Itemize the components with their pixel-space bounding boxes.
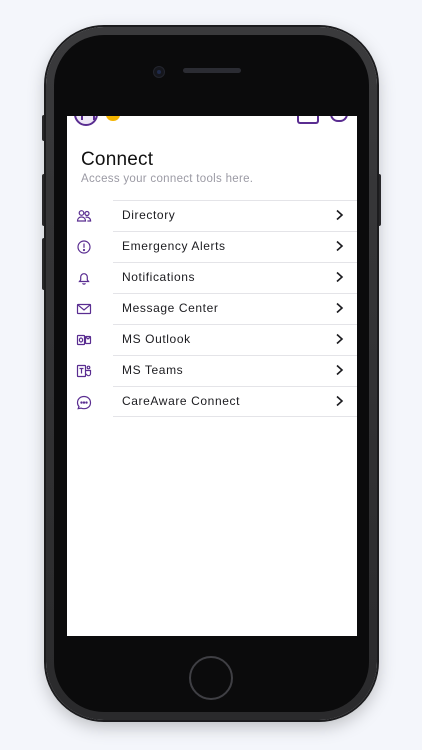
people-icon bbox=[76, 208, 92, 224]
divider bbox=[113, 262, 357, 263]
menu-item-label: MS Outlook bbox=[122, 332, 191, 346]
page-title: Connect bbox=[81, 149, 154, 170]
bell-icon[interactable] bbox=[330, 116, 348, 122]
earpiece-speaker bbox=[183, 68, 241, 73]
menu-item-ms-outlook[interactable]: MS Outlook bbox=[67, 324, 357, 355]
app-screen: Connect Access your connect tools here. … bbox=[67, 116, 357, 636]
calendar-icon[interactable] bbox=[297, 116, 319, 124]
divider bbox=[113, 293, 357, 294]
chevron-right-icon bbox=[332, 270, 346, 284]
front-camera bbox=[153, 66, 165, 78]
chevron-right-icon bbox=[332, 239, 346, 253]
menu-item-notifications[interactable]: Notifications bbox=[67, 262, 357, 293]
top-bar bbox=[67, 116, 357, 128]
chevron-right-icon bbox=[332, 363, 346, 377]
menu-item-label: MS Teams bbox=[122, 363, 184, 377]
menu-item-careaware-connect[interactable]: CareAware Connect bbox=[67, 386, 357, 417]
menu-item-label: CareAware Connect bbox=[122, 394, 241, 408]
home-button bbox=[189, 656, 233, 700]
divider bbox=[113, 231, 357, 232]
menu-item-message-center[interactable]: Message Center bbox=[67, 293, 357, 324]
status-indicator bbox=[106, 116, 120, 121]
menu-item-emergency-alerts[interactable]: Emergency Alerts bbox=[67, 231, 357, 262]
ms-outlook-icon bbox=[76, 332, 92, 348]
menu-item-label: Emergency Alerts bbox=[122, 239, 226, 253]
menu-item-label: Message Center bbox=[122, 301, 219, 315]
divider bbox=[113, 386, 357, 387]
chat-bubble-icon bbox=[76, 394, 92, 410]
divider bbox=[113, 324, 357, 325]
chevron-right-icon bbox=[332, 301, 346, 315]
page-subtitle: Access your connect tools here. bbox=[81, 173, 254, 185]
alert-circle-icon bbox=[76, 239, 92, 255]
chevron-right-icon bbox=[332, 394, 346, 408]
menu-item-label: Directory bbox=[122, 208, 176, 222]
divider bbox=[113, 200, 357, 201]
envelope-icon bbox=[76, 301, 92, 317]
menu-item-ms-teams[interactable]: MS Teams bbox=[67, 355, 357, 386]
divider bbox=[113, 416, 357, 417]
divider bbox=[113, 355, 357, 356]
chevron-right-icon bbox=[332, 208, 346, 222]
avatar[interactable] bbox=[74, 116, 98, 126]
menu-item-label: Notifications bbox=[122, 270, 196, 284]
ms-teams-icon bbox=[76, 363, 92, 379]
menu-item-directory[interactable]: Directory bbox=[67, 200, 357, 231]
bell-icon bbox=[76, 270, 92, 286]
chevron-right-icon bbox=[332, 332, 346, 346]
connect-menu: Directory Emergency Alerts Notifications… bbox=[67, 200, 357, 417]
